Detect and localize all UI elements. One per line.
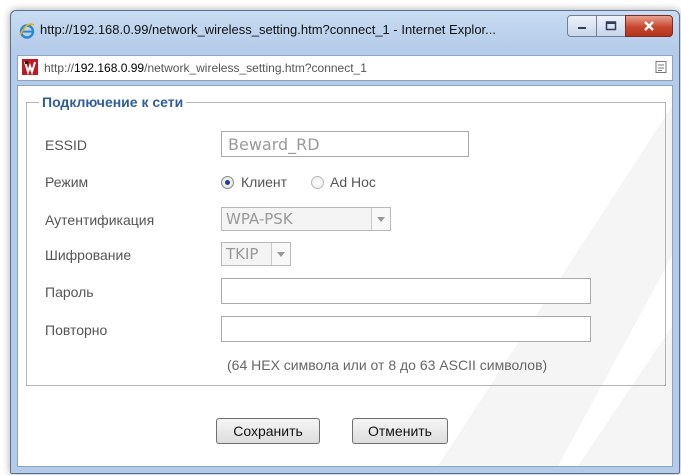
maximize-button[interactable]	[596, 15, 626, 37]
mode-client-radio[interactable]	[221, 176, 234, 189]
chevron-down-icon	[271, 243, 290, 265]
internet-explorer-icon	[19, 23, 35, 39]
address-bar[interactable]: http://192.168.0.99/network_wireless_set…	[17, 55, 673, 81]
cancel-button[interactable]: Отменить	[352, 418, 448, 444]
minimize-icon	[578, 27, 586, 29]
url-scheme: http://	[44, 61, 75, 75]
title-bar[interactable]: http://192.168.0.99/network_wireless_set…	[11, 11, 679, 51]
authentication-value: WPA-PSK	[226, 210, 293, 228]
mode-label: Режим	[45, 174, 89, 190]
maximize-icon	[605, 21, 617, 31]
encryption-select[interactable]: TKIP	[221, 242, 291, 266]
repeat-password-input[interactable]	[221, 316, 591, 342]
network-connection-fieldset: Подключение к сети ESSID Beward_RD Режим…	[26, 94, 666, 386]
compatibility-view-icon[interactable]	[654, 60, 668, 74]
mode-adhoc-label[interactable]: Ad Hoc	[330, 174, 376, 190]
window-controls	[567, 15, 673, 37]
authentication-label: Аутентификация	[45, 212, 155, 228]
browser-popup-window: http://192.168.0.99/network_wireless_set…	[10, 10, 680, 474]
window-title: http://192.168.0.99/network_wireless_set…	[40, 22, 496, 37]
encryption-value: TKIP	[226, 245, 259, 263]
minimize-button[interactable]	[567, 15, 597, 37]
mode-client-label[interactable]: Клиент	[241, 174, 287, 190]
save-button[interactable]: Сохранить	[216, 418, 320, 444]
repeat-password-label: Повторно	[45, 322, 108, 338]
password-input[interactable]	[221, 278, 591, 304]
url-path: /network_wireless_setting.htm?connect_1	[144, 61, 367, 75]
chevron-down-icon	[371, 208, 390, 230]
authentication-select[interactable]: WPA-PSK	[221, 207, 391, 231]
url-host: 192.168.0.99	[74, 61, 145, 75]
encryption-label: Шифрование	[45, 247, 132, 263]
essid-input[interactable]: Beward_RD	[221, 131, 469, 157]
mode-adhoc-radio[interactable]	[311, 176, 324, 189]
close-button[interactable]	[625, 15, 673, 37]
essid-label: ESSID	[45, 137, 88, 153]
password-hint: (64 HEX символа или от 8 до 63 ASCII сим…	[227, 357, 548, 373]
site-favicon-icon	[22, 59, 38, 75]
fieldset-legend: Подключение к сети	[39, 94, 187, 110]
page-content: Подключение к сети ESSID Beward_RD Режим…	[17, 85, 673, 467]
close-icon	[644, 21, 654, 31]
address-url: http://192.168.0.99/network_wireless_set…	[44, 61, 367, 75]
password-label: Пароль	[45, 284, 94, 300]
